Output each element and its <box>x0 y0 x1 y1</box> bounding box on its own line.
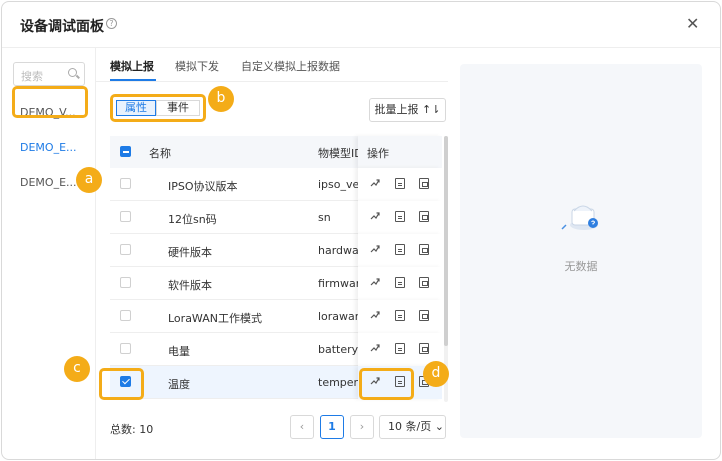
dialog-header: 设备调试面板 ? ✕ <box>2 2 720 48</box>
trend-icon[interactable] <box>370 277 380 288</box>
row-name: 软件版本 <box>168 279 212 292</box>
scroll-thumb[interactable] <box>444 136 448 346</box>
document-icon[interactable] <box>395 178 405 189</box>
tab-simulate-report[interactable]: 模拟上报 <box>110 58 154 74</box>
callout-badge-c: c <box>64 356 90 382</box>
document-icon[interactable] <box>395 211 405 222</box>
trend-icon[interactable] <box>370 244 380 255</box>
row-name: IPSO协议版本 <box>168 180 238 193</box>
row-name: 温度 <box>168 378 190 391</box>
tab-custom-report[interactable]: 自定义模拟上报数据 <box>241 58 340 74</box>
batch-report-button[interactable]: 批量上报 ↑⇂ <box>369 98 446 122</box>
empty-data-icon <box>560 195 604 239</box>
row-name: 12位sn码 <box>168 213 217 226</box>
page-size-select[interactable]: 10 条/页 ⌄ <box>379 415 446 439</box>
segment-attribute[interactable]: 属性 <box>116 100 156 116</box>
page-number-1[interactable]: 1 <box>320 415 344 439</box>
document-icon[interactable] <box>395 244 405 255</box>
search-icon[interactable] <box>68 68 77 77</box>
column-header-id: 物模型ID <box>318 147 358 160</box>
row-ops <box>358 300 442 333</box>
report-icon[interactable] <box>419 343 429 354</box>
total-count: 总数: 10 <box>110 423 154 436</box>
preview-panel: 无数据 <box>460 64 702 438</box>
row-checkbox[interactable] <box>120 277 131 288</box>
callout-badge-d: d <box>423 361 449 387</box>
document-icon[interactable] <box>395 310 405 321</box>
table-scrollbar[interactable] <box>444 136 448 402</box>
row-name: 电量 <box>168 345 190 358</box>
row-id: hardware_version <box>318 244 358 257</box>
trend-icon[interactable] <box>370 310 380 321</box>
next-page-button[interactable]: › <box>350 415 374 439</box>
row-name: LoraWAN工作模式 <box>168 312 262 325</box>
document-icon[interactable] <box>395 343 405 354</box>
search-input[interactable]: 搜索 <box>13 62 85 86</box>
close-icon[interactable]: ✕ <box>686 16 699 32</box>
row-ops <box>358 234 442 267</box>
row-ops <box>358 267 442 300</box>
ops-header-cell: 操作 <box>358 136 442 168</box>
trend-icon[interactable] <box>370 178 380 189</box>
callout-badge-b: b <box>208 86 234 112</box>
row-name: 硬件版本 <box>168 246 212 259</box>
sidebar-item-demo-e-1[interactable]: DEMO_E... <box>20 141 77 154</box>
help-icon[interactable]: ? <box>106 18 117 29</box>
trend-icon[interactable] <box>370 343 380 354</box>
row-id: lorawan_class <box>318 310 358 323</box>
row-ops <box>358 333 442 366</box>
highlight-box-a <box>12 86 88 118</box>
row-checkbox[interactable] <box>120 244 131 255</box>
tab-divider <box>96 81 448 82</box>
row-ops <box>358 201 442 234</box>
row-ops <box>358 168 442 201</box>
empty-data-text: 无数据 <box>564 260 598 273</box>
row-checkbox[interactable] <box>120 343 131 354</box>
column-header-name: 名称 <box>149 147 171 160</box>
property-table: 名称 物模型ID 操作 IPSO协议版本 ipso_version 12位sn码… <box>110 136 442 400</box>
trend-icon[interactable] <box>370 211 380 222</box>
table-row: LoraWAN工作模式 lorawan_class <box>110 300 442 333</box>
sidebar-item-demo-e-2[interactable]: DEMO_E... <box>20 176 77 189</box>
table-row: 软件版本 firmware_version <box>110 267 442 300</box>
report-icon[interactable] <box>419 277 429 288</box>
tab-simulate-send[interactable]: 模拟下发 <box>175 58 219 74</box>
row-checkbox[interactable] <box>120 178 131 189</box>
callout-badge-a: a <box>76 167 102 193</box>
highlight-box-d <box>359 368 414 400</box>
column-header-ops: 操作 <box>367 147 389 160</box>
dialog-title: 设备调试面板 <box>20 19 104 35</box>
row-checkbox[interactable] <box>120 310 131 321</box>
report-icon[interactable] <box>419 211 429 222</box>
report-icon[interactable] <box>419 244 429 255</box>
table-row: 12位sn码 sn <box>110 201 442 234</box>
segment-event[interactable]: 事件 <box>156 100 200 116</box>
report-icon[interactable] <box>419 178 429 189</box>
row-id: firmware_version <box>318 277 358 290</box>
table-row: IPSO协议版本 ipso_version <box>110 168 442 201</box>
select-all-checkbox[interactable] <box>120 146 131 157</box>
table-header: 名称 物模型ID 操作 <box>110 136 442 168</box>
property-event-switch: 属性 事件 <box>110 94 206 122</box>
search-placeholder: 搜索 <box>21 70 43 83</box>
row-id: battery <box>318 343 358 356</box>
row-checkbox[interactable] <box>120 211 131 222</box>
highlight-box-c <box>99 368 144 400</box>
report-icon[interactable] <box>419 310 429 321</box>
row-id: temperature <box>318 376 358 389</box>
debug-dialog: 设备调试面板 ? ✕ 搜索 DEMO_V... DEMO_E... DEMO_E… <box>1 1 721 460</box>
table-row: 硬件版本 hardware_version <box>110 234 442 267</box>
row-id: ipso_version <box>318 178 358 191</box>
row-id: sn <box>318 211 331 224</box>
table-row: 电量 battery <box>110 333 442 366</box>
prev-page-button[interactable]: ‹ <box>290 415 314 439</box>
document-icon[interactable] <box>395 277 405 288</box>
